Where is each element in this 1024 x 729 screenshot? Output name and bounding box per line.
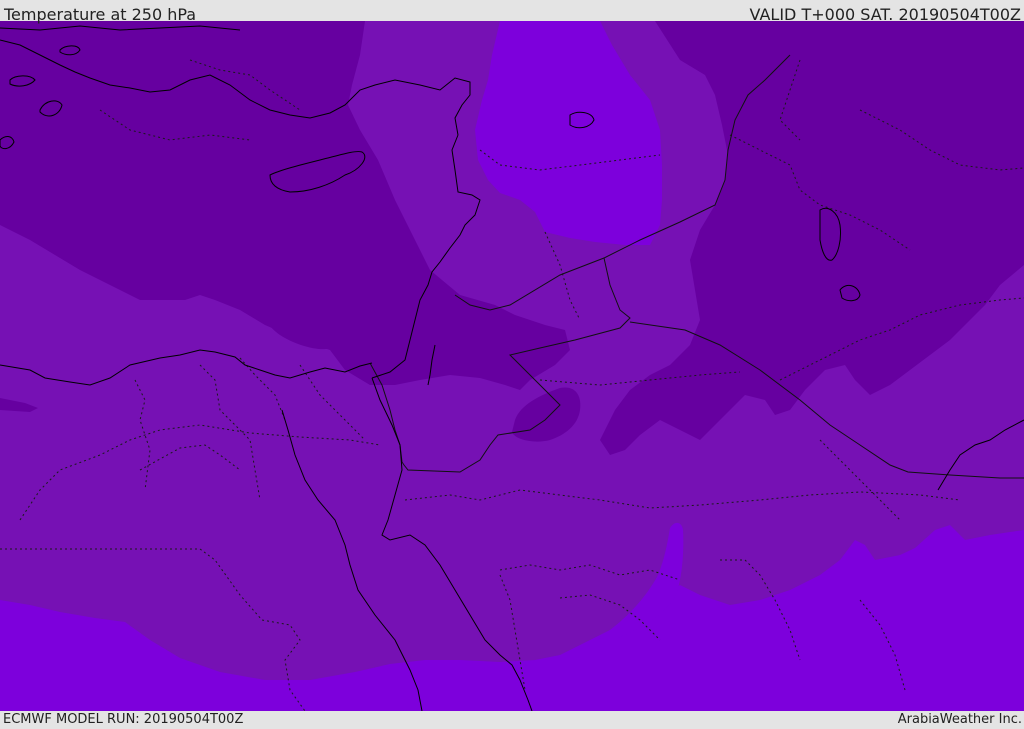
map-title: Temperature at 250 hPa bbox=[4, 5, 197, 24]
map-canvas bbox=[0, 21, 1024, 711]
weather-map[interactable] bbox=[0, 21, 1024, 711]
map-header: Temperature at 250 hPa VALID T+000 SAT. … bbox=[0, 0, 1024, 24]
valid-time: VALID T+000 SAT. 20190504T00Z bbox=[749, 5, 1021, 24]
map-footer: ECMWF MODEL RUN: 20190504T00Z ArabiaWeat… bbox=[0, 711, 1024, 729]
model-run-label: ECMWF MODEL RUN: 20190504T00Z bbox=[3, 712, 244, 727]
credit-label: ArabiaWeather Inc. bbox=[897, 712, 1022, 727]
